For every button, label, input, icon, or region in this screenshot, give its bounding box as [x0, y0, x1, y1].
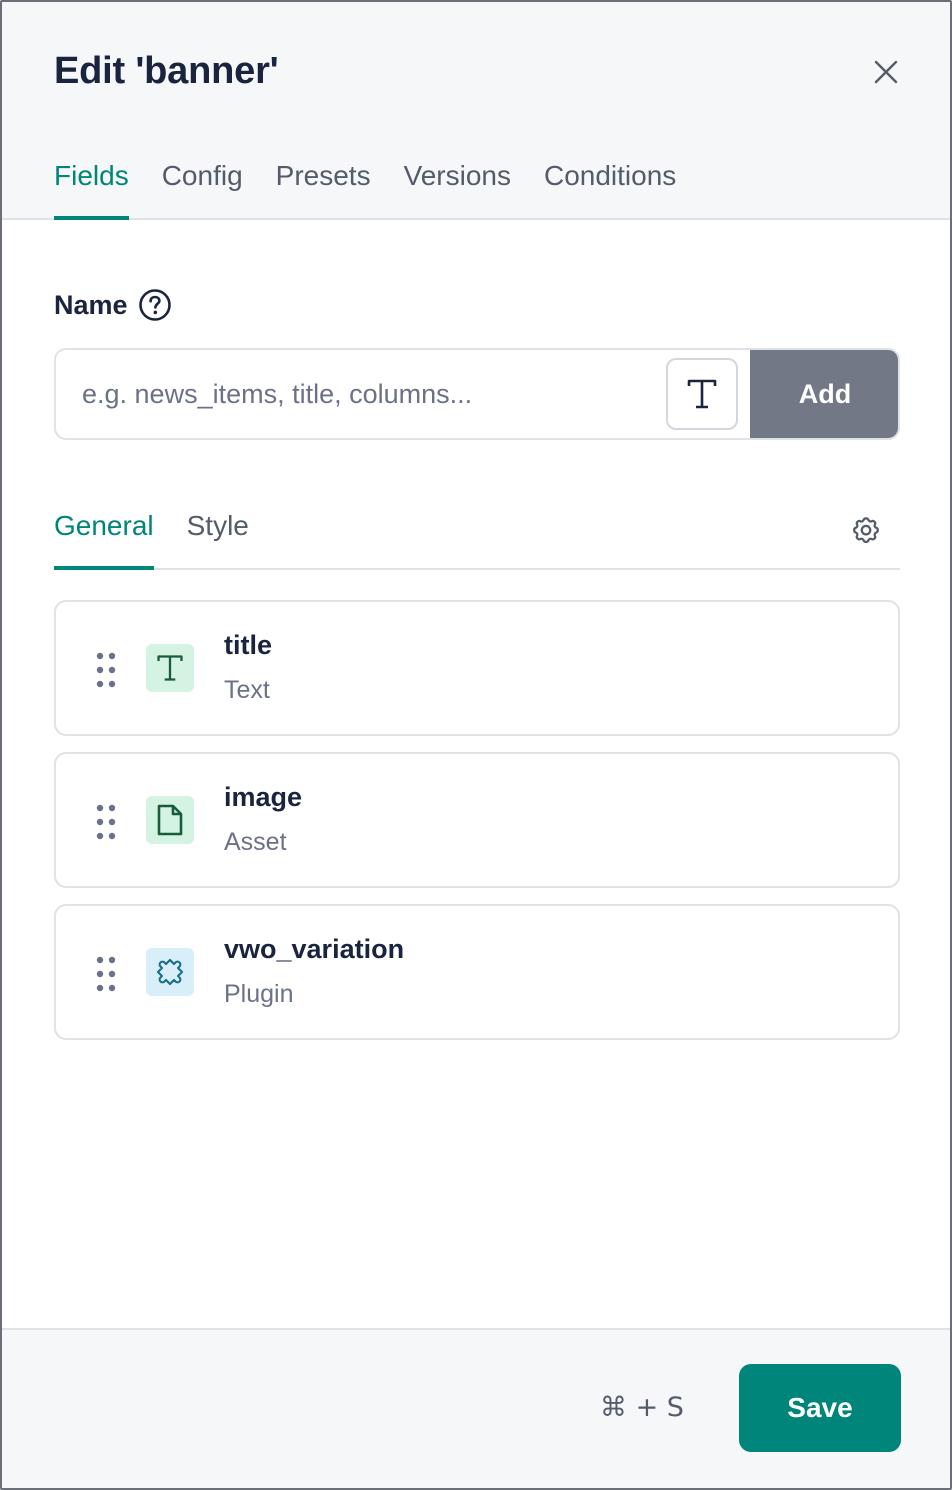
text-icon	[157, 655, 183, 681]
field-type-select-button[interactable]	[666, 358, 738, 430]
file-icon	[157, 804, 183, 836]
panel-title: Edit 'banner'	[54, 50, 279, 92]
save-button[interactable]: Save	[739, 1364, 901, 1452]
text-type-icon	[687, 379, 717, 409]
drag-handle-icon[interactable]	[94, 954, 118, 994]
close-icon	[874, 60, 898, 84]
main-tabs: Fields Config Presets Versions Condition…	[54, 160, 709, 220]
drag-handle-icon[interactable]	[94, 650, 118, 690]
name-input[interactable]	[56, 350, 666, 438]
tab-presets[interactable]: Presets	[276, 160, 371, 218]
name-field-label: Name	[54, 288, 172, 322]
subtab-style[interactable]: Style	[187, 510, 249, 568]
field-name: image	[224, 782, 303, 812]
tab-versions[interactable]: Versions	[404, 160, 511, 218]
field-icon-wrapper	[146, 644, 194, 692]
panel-header: Edit 'banner' Fields Config Presets Vers…	[2, 2, 950, 220]
panel-footer: ⌘ + S Save	[2, 1328, 950, 1488]
drag-handle-icon[interactable]	[94, 802, 118, 842]
field-icon-wrapper	[146, 948, 194, 996]
tab-config[interactable]: Config	[162, 160, 243, 218]
add-field-button[interactable]: Add	[750, 350, 898, 438]
gear-icon	[853, 517, 879, 544]
edit-block-panel: Edit 'banner' Fields Config Presets Vers…	[0, 0, 952, 1490]
puzzle-icon	[156, 958, 184, 986]
name-label-text: Name	[54, 289, 128, 320]
list-item[interactable]: title Text	[54, 600, 900, 736]
field-name: vwo_variation	[224, 934, 405, 964]
list-item[interactable]: vwo_variation Plugin	[54, 904, 900, 1040]
tab-conditions[interactable]: Conditions	[544, 160, 676, 218]
save-shortcut-hint: ⌘ + S	[600, 1392, 684, 1423]
name-input-group: Add	[54, 348, 900, 440]
field-type: Asset	[224, 828, 287, 856]
field-group-tabs: General Style	[54, 510, 900, 570]
list-item[interactable]: image Asset	[54, 752, 900, 888]
field-type: Text	[224, 676, 270, 704]
field-icon-wrapper	[146, 796, 194, 844]
subtab-general[interactable]: General	[54, 510, 154, 570]
field-name: title	[224, 630, 273, 660]
help-icon[interactable]	[138, 288, 172, 322]
tab-fields[interactable]: Fields	[54, 160, 129, 220]
field-type: Plugin	[224, 980, 294, 1008]
tab-settings-button[interactable]	[848, 512, 884, 548]
close-button[interactable]	[866, 52, 906, 92]
